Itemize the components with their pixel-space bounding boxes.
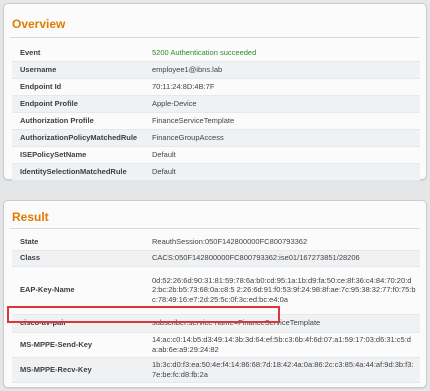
table-row: EAP-Key-Name 0d:52:26:6d:90:31:81:59:78:… — [12, 266, 420, 315]
overview-title: Overview — [12, 17, 66, 31]
row-key-event: Event — [12, 44, 148, 62]
row-value-identity-selection-rule: Default — [148, 163, 420, 181]
row-key-endpoint-profile: Endpoint Profile — [12, 95, 148, 113]
table-row: State ReauthSession:050F142800000FC80079… — [12, 234, 420, 251]
row-value-authorization-profile: FinanceServiceTemplate — [148, 112, 420, 130]
row-key-eap-key-name: EAP-Key-Name — [12, 266, 148, 315]
row-value-authz-policy-rule: FinanceGroupAccess — [148, 129, 420, 147]
table-row: AuthorizationPolicyMatchedRule FinanceGr… — [12, 129, 420, 147]
overview-divider — [10, 37, 420, 38]
row-value-mppe-send-key: 14:ac:c0:14:b5:d3:49:14:3b:3d:64:ef:5b:c… — [148, 332, 420, 358]
row-key-endpoint-id: Endpoint Id — [12, 78, 148, 96]
overview-panel: Overview Event 5200 Authentication succe… — [3, 3, 427, 181]
row-value-state: ReauthSession:050F142800000FC800793362 — [148, 234, 420, 251]
table-row: cisco-av-pair subscriber:service-name=Fi… — [12, 314, 420, 333]
row-key-username: Username — [12, 61, 148, 79]
row-key-authorization-profile: Authorization Profile — [12, 112, 148, 130]
row-value-class: CACS:050F142800000FC800793362:ise01/1672… — [148, 250, 420, 267]
table-row: Event 5200 Authentication succeeded — [12, 44, 420, 62]
row-value-endpoint-profile: Apple-Device — [148, 95, 420, 113]
row-key-cisco-av-pair: cisco-av-pair — [12, 314, 148, 333]
result-divider — [10, 228, 420, 229]
row-value-eap-key-name: 0d:52:26:6d:90:31:81:59:78:6a:b0:cd:95:1… — [148, 266, 420, 315]
result-panel: Result State ReauthSession:050F142800000… — [3, 200, 427, 388]
row-key-mppe-recv-key: MS-MPPE-Recv-Key — [12, 357, 148, 383]
table-row: MS-MPPE-Recv-Key 1b:3c:d0:f3:ea:50:4e:f4… — [12, 357, 420, 383]
row-value-endpoint-id: 70:11:24:8D:4B:7F — [148, 78, 420, 96]
row-key-class: Class — [12, 250, 148, 267]
row-value-mppe-recv-key: 1b:3c:d0:f3:ea:50:4e:f4:14:86:68:7d:18:4… — [148, 357, 420, 383]
table-row: Endpoint Profile Apple-Device — [12, 95, 420, 113]
row-key-authz-policy-rule: AuthorizationPolicyMatchedRule — [12, 129, 148, 147]
table-row: ISEPolicySetName Default — [12, 146, 420, 164]
row-value-event: 5200 Authentication succeeded — [148, 44, 420, 62]
row-value-username: employee1@ibns.lab — [148, 61, 420, 79]
table-row: MS-MPPE-Send-Key 14:ac:c0:14:b5:d3:49:14… — [12, 332, 420, 358]
table-row: Class CACS:050F142800000FC800793362:ise0… — [12, 250, 420, 267]
row-value-policy-set-name: Default — [148, 146, 420, 164]
row-key-mppe-send-key: MS-MPPE-Send-Key — [12, 332, 148, 358]
table-row: Authorization Profile FinanceServiceTemp… — [12, 112, 420, 130]
row-key-state: State — [12, 234, 148, 251]
row-value-cisco-av-pair: subscriber:service-name=FinanceServiceTe… — [148, 314, 420, 333]
result-table: State ReauthSession:050F142800000FC80079… — [12, 234, 420, 383]
result-title: Result — [12, 210, 49, 224]
table-row: IdentitySelectionMatchedRule Default — [12, 163, 420, 181]
table-row: Username employee1@ibns.lab — [12, 61, 420, 79]
overview-table: Event 5200 Authentication succeeded User… — [12, 44, 420, 181]
row-key-identity-selection-rule: IdentitySelectionMatchedRule — [12, 163, 148, 181]
table-row: Endpoint Id 70:11:24:8D:4B:7F — [12, 78, 420, 96]
row-key-policy-set-name: ISEPolicySetName — [12, 146, 148, 164]
